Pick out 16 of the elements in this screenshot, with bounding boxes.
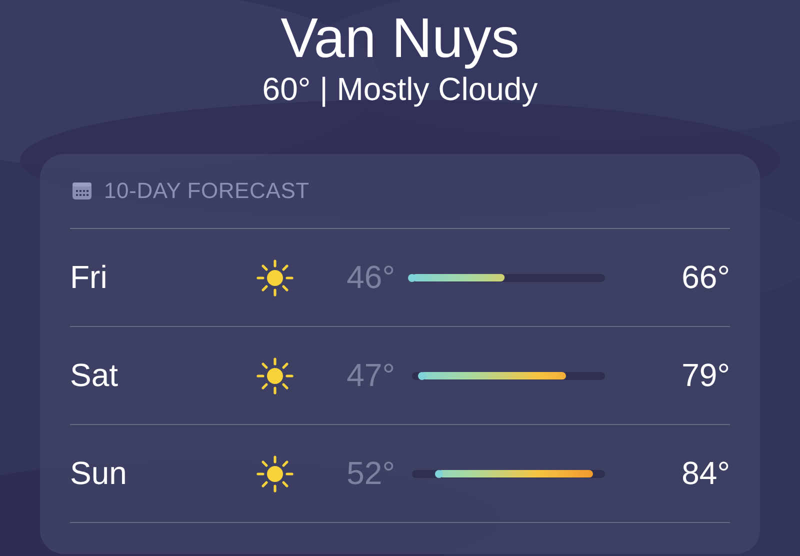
low-temp: 52° bbox=[346, 455, 395, 492]
section-title: 10-DAY FORECAST bbox=[104, 178, 310, 204]
sun-icon bbox=[255, 454, 295, 494]
high-temp: 66° bbox=[680, 259, 730, 296]
high-temp: 79° bbox=[680, 357, 730, 394]
day-label: Sun bbox=[70, 455, 128, 492]
low-temp: 47° bbox=[346, 357, 395, 394]
low-temp: 46° bbox=[346, 259, 395, 296]
current-conditions: 60° | Mostly Cloudy bbox=[262, 70, 538, 108]
sun-icon bbox=[255, 258, 295, 298]
sun-icon bbox=[255, 356, 295, 396]
city-name: Van Nuys bbox=[280, 6, 520, 70]
day-label: Fri bbox=[70, 259, 108, 296]
calendar-icon bbox=[72, 182, 92, 200]
day-label: Sat bbox=[70, 357, 120, 394]
high-temp: 84° bbox=[680, 455, 730, 492]
